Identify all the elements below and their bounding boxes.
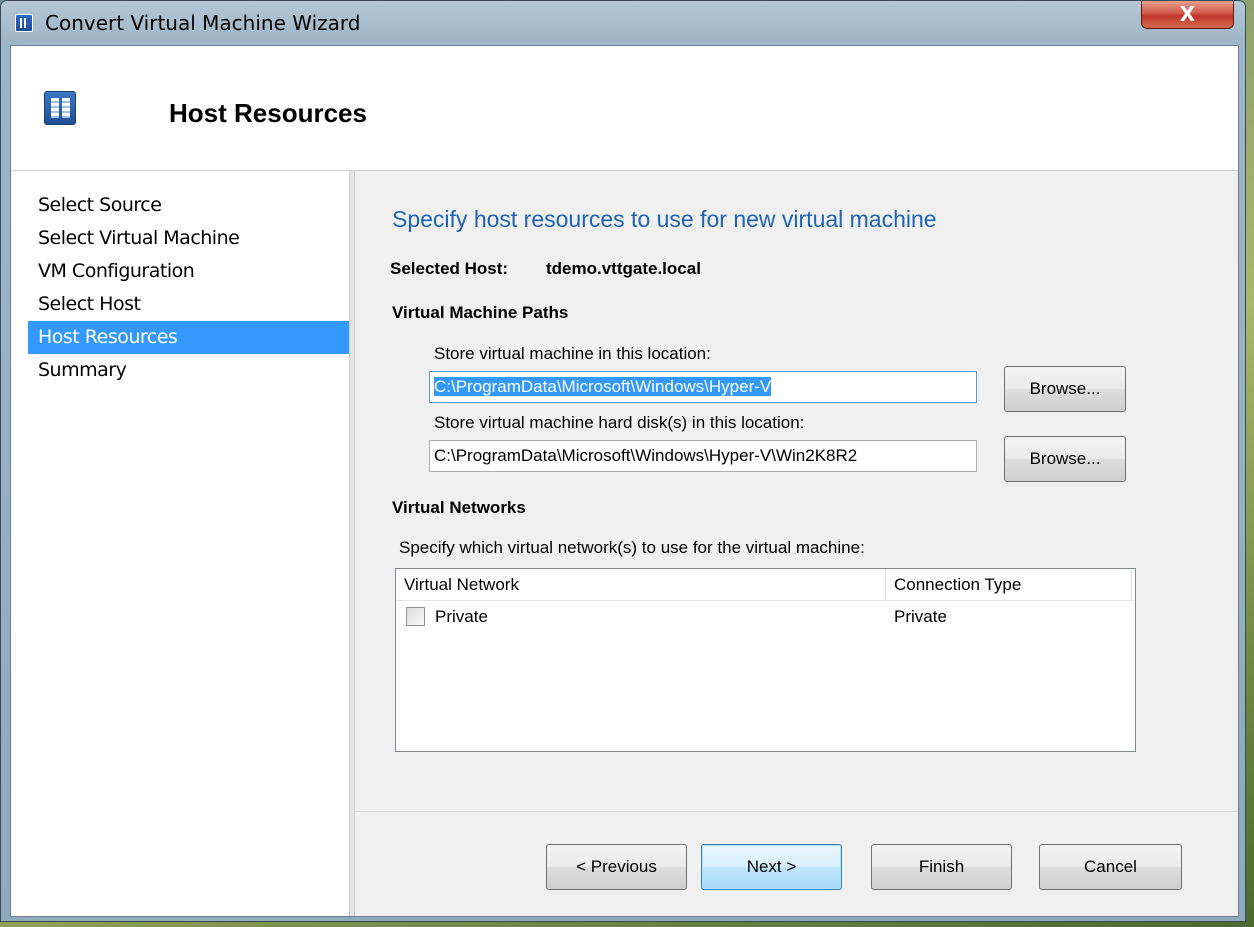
vm-location-input[interactable]: C:\ProgramData\Microsoft\Windows\Hyper-V xyxy=(429,371,977,403)
vm-paths-section-title: Virtual Machine Paths xyxy=(392,303,569,322)
disk-location-label: Store virtual machine hard disk(s) in th… xyxy=(434,413,805,432)
window-title: Convert Virtual Machine Wizard xyxy=(45,11,361,35)
browse-vm-location-button[interactable]: Browse... xyxy=(1004,366,1126,412)
vm-location-label: Store virtual machine in this location: xyxy=(434,344,711,363)
nav-step-vm-configuration[interactable]: VM Configuration xyxy=(28,255,349,288)
nav-splitter xyxy=(349,171,355,916)
finish-button[interactable]: Finish xyxy=(871,844,1012,890)
wizard-window-icon xyxy=(15,14,33,32)
close-button[interactable]: X xyxy=(1141,1,1234,29)
wizard-client-area: Host Resources Select Source Select Virt… xyxy=(10,45,1239,917)
host-server-icon xyxy=(44,91,76,125)
column-header-connection-type[interactable]: Connection Type xyxy=(886,569,1132,600)
wizard-window: Convert Virtual Machine Wizard X Host Re… xyxy=(0,0,1246,922)
browse-disk-location-button[interactable]: Browse... xyxy=(1004,436,1126,482)
previous-button[interactable]: < Previous xyxy=(546,844,687,890)
page-title: Host Resources xyxy=(169,98,367,128)
next-button[interactable]: Next > xyxy=(701,844,842,890)
nav-step-summary[interactable]: Summary xyxy=(28,354,349,387)
nav-step-select-source[interactable]: Select Source xyxy=(28,189,349,222)
virtual-networks-list[interactable]: Virtual Network Connection Type Private … xyxy=(395,568,1136,752)
cancel-button[interactable]: Cancel xyxy=(1039,844,1182,890)
nav-step-select-virtual-machine[interactable]: Select Virtual Machine xyxy=(28,222,349,255)
nav-step-select-host[interactable]: Select Host xyxy=(28,288,349,321)
virtual-networks-section-title: Virtual Networks xyxy=(392,498,526,517)
vm-location-selected-text: C:\ProgramData\Microsoft\Windows\Hyper-V xyxy=(434,377,772,396)
title-bar[interactable]: Convert Virtual Machine Wizard xyxy=(1,1,1245,45)
network-connection-type: Private xyxy=(894,607,947,626)
wizard-header: Host Resources xyxy=(11,46,1238,171)
disk-location-input[interactable]: C:\ProgramData\Microsoft\Windows\Hyper-V… xyxy=(429,440,977,472)
selected-host-label: Selected Host: xyxy=(390,259,509,278)
selected-host-value: tdemo.vttgate.local xyxy=(546,259,701,278)
close-icon: X xyxy=(1179,2,1196,26)
network-name: Private xyxy=(435,607,488,626)
virtual-networks-description: Specify which virtual network(s) to use … xyxy=(399,538,865,557)
column-header-virtual-network[interactable]: Virtual Network xyxy=(396,569,886,600)
footer-separator xyxy=(355,811,1238,812)
wizard-steps-nav: Select Source Select Virtual Machine VM … xyxy=(11,171,349,916)
content-heading: Specify host resources to use for new vi… xyxy=(392,206,937,232)
network-checkbox[interactable] xyxy=(406,607,425,626)
list-header: Virtual Network Connection Type xyxy=(396,569,1135,601)
nav-step-host-resources[interactable]: Host Resources xyxy=(28,321,349,354)
list-item[interactable]: Private Private xyxy=(396,603,1135,631)
